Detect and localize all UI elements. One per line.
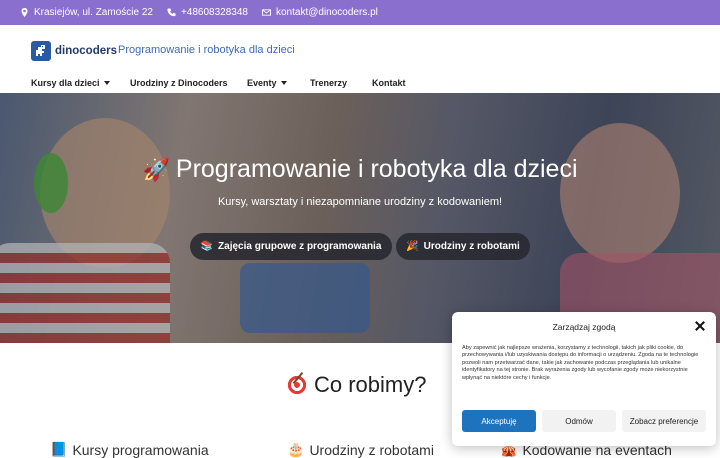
hero-subtitle: Kursy, warsztaty i niezapomniane urodzin… [217, 196, 503, 208]
address-item: Krasiejów, ul. Zamoście 22 [20, 7, 153, 18]
map-pin-icon [21, 8, 28, 17]
envelope-icon [261, 9, 271, 16]
close-icon[interactable] [694, 320, 706, 332]
books-icon: 📚 [200, 241, 214, 252]
nav-item-urodziny[interactable]: Urodziny z Dinocoders [130, 78, 228, 88]
section-title-text: Co robimy? [314, 372, 427, 397]
phone-icon [167, 8, 176, 17]
site-tagline: Programowanie i robotyka dla dzieci [118, 44, 295, 56]
nav-label: Kursy dla dzieci [31, 78, 100, 88]
logo-text: dinocoders [55, 45, 117, 57]
site-logo[interactable]: dinocoders [31, 41, 117, 61]
deny-button[interactable]: Odmów [542, 410, 616, 432]
phone-link[interactable]: +48608328348 [181, 7, 248, 18]
email-item[interactable]: kontakt@dinocoders.pl [261, 7, 378, 18]
button-label: Zajęcia grupowe z programowania [218, 241, 382, 252]
nav-item-kontakt[interactable]: Kontakt [372, 78, 406, 88]
site-header: dinocoders Programowanie i robotyka dla … [0, 25, 720, 75]
birthday-robots-button[interactable]: 🎉 Urodziny z robotami [396, 233, 530, 260]
section-title: Co robimy? [286, 372, 426, 398]
preferences-button[interactable]: Zobacz preferencje [622, 410, 706, 432]
chevron-down-icon [280, 81, 287, 85]
nav-item-kursy[interactable]: Kursy dla dzieci [31, 78, 110, 88]
button-label: Urodziny z robotami [423, 241, 520, 252]
nav-label: Eventy [247, 78, 277, 88]
dino-logo-icon [31, 41, 51, 61]
target-icon [286, 374, 308, 396]
group-classes-button[interactable]: 📚 Zajęcia grupowe z programowania [190, 233, 392, 260]
consent-description: Aby zapewnić jak najlepsze wrażenia, kor… [462, 345, 699, 381]
rocket-icon: 🚀 [142, 156, 170, 182]
cookie-consent-dialog: Zarządzaj zgodą Aby zapewnić jak najleps… [452, 312, 716, 446]
hero-banner: 🚀 Programowanie i robotyka dla dzieci Ku… [0, 93, 720, 343]
phone-item[interactable]: +48608328348 [167, 7, 248, 18]
main-navigation: Kursy dla dzieci Urodziny z Dinocoders E… [0, 75, 720, 93]
nav-item-eventy[interactable]: Eventy [247, 78, 287, 88]
hero-title-text: Programowanie i robotyka dla dzieci [175, 155, 578, 183]
consent-title: Zarządzaj zgodą [552, 322, 616, 332]
chevron-down-icon [103, 81, 110, 85]
party-popper-icon: 🎉 [406, 241, 419, 252]
top-info-bar: Krasiejów, ul. Zamoście 22 +48608328348 … [0, 0, 720, 25]
nav-label: Kontakt [372, 78, 406, 88]
email-link[interactable]: kontakt@dinocoders.pl [276, 7, 378, 18]
nav-label: Urodziny z Dinocoders [130, 78, 228, 88]
nav-label: Trenerzy [310, 78, 348, 88]
hero-title: 🚀 Programowanie i robotyka dla dzieci [0, 155, 720, 184]
accept-button[interactable]: Akceptuję [462, 410, 536, 432]
hero-overlay [0, 93, 720, 343]
address-text: Krasiejów, ul. Zamoście 22 [34, 7, 153, 18]
nav-item-trenerzy[interactable]: Trenerzy [310, 78, 347, 88]
